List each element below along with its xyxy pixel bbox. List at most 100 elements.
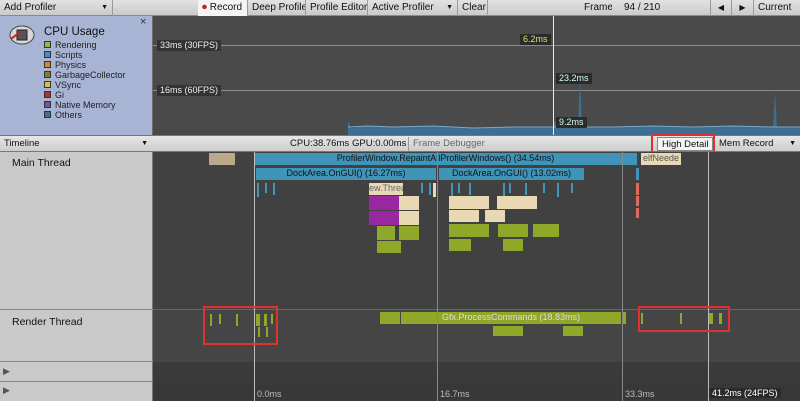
profiler-sample-bar[interactable] (636, 208, 639, 218)
legend-item[interactable]: VSync (44, 80, 81, 90)
profiler-sample-bar[interactable] (369, 211, 399, 225)
profiler-sample-bar[interactable] (449, 196, 489, 209)
profiler-sample-bar[interactable] (380, 312, 400, 324)
profiler-sample-bar[interactable] (469, 183, 471, 195)
collapsed-track (153, 362, 800, 382)
profiler-sample-bar[interactable] (273, 183, 275, 195)
profiler-sample-bar[interactable] (509, 183, 511, 193)
profiler-sample-bar[interactable] (636, 183, 639, 195)
profiler-sample-bar[interactable] (503, 183, 505, 197)
collapsed-thread-arrow-icon[interactable]: ▶ (3, 385, 10, 396)
time-axis-label: 33.3ms (625, 389, 655, 399)
collapsed-track (153, 382, 800, 401)
profiler-sample-bar[interactable] (377, 226, 395, 240)
mem-record-dropdown[interactable]: Mem Record ▼ (714, 137, 800, 151)
frame-label: Frame: (584, 2, 612, 13)
profiler-toolbar: Add Profiler ▼ ⏺ Record Deep Profile Prof… (0, 0, 800, 16)
legend-swatch (44, 41, 51, 48)
profiler-sample-bar[interactable] (458, 183, 460, 193)
sample-repaint-profilers[interactable]: ProfilerWindow.RepaintAllProfilerWindows… (254, 153, 637, 165)
profiler-sample-bar[interactable] (265, 183, 267, 193)
frame-boundary-line (622, 152, 623, 401)
main-thread-label: Main Thread (12, 157, 71, 169)
frame-time-label: 41.2ms (24FPS) (709, 388, 781, 398)
record-icon: ⏺ (202, 2, 207, 13)
frame-counter: 94 / 210 (624, 2, 661, 13)
profiler-sample-bar[interactable] (543, 183, 545, 193)
legend-item[interactable]: Physics (44, 60, 86, 70)
legend-item[interactable]: Rendering (44, 40, 97, 50)
legend-item[interactable]: Others (44, 110, 82, 120)
legend-item-label: Rendering (55, 40, 97, 50)
profiler-sample-bar[interactable] (533, 224, 559, 237)
sample-dockarea-ongui-2[interactable]: DockArea.OnGUI() (13.02ms) (439, 168, 584, 180)
legend-item[interactable]: Native Memory (44, 100, 116, 110)
profiler-sample-bar[interactable] (399, 196, 419, 210)
legend-item[interactable]: Gi (44, 90, 64, 100)
profiler-sample-bar[interactable] (399, 211, 419, 225)
sample-self-needed[interactable]: elfNeede (641, 153, 681, 165)
clear-button[interactable]: Clear (458, 0, 488, 16)
add-profiler-dropdown[interactable]: Add Profiler ▼ (0, 0, 113, 16)
legend-swatch (44, 71, 51, 78)
thread-separator (0, 309, 153, 310)
profiler-sample-bar[interactable] (449, 210, 479, 222)
view-mode-dropdown[interactable]: Timeline ▼ (4, 137, 152, 151)
record-button[interactable]: ⏺ Record (198, 0, 248, 16)
frame-boundary-line (437, 152, 438, 401)
profiler-sample-bar[interactable] (563, 326, 583, 336)
profiler-sample-bar[interactable] (557, 183, 559, 197)
deep-profile-button[interactable]: Deep Profile (248, 0, 306, 16)
profiler-sample-bar[interactable] (497, 196, 537, 209)
profiler-sample-bar[interactable] (623, 312, 626, 324)
profiler-sample-bar[interactable] (429, 183, 431, 195)
legend-swatch (44, 51, 51, 58)
thread-separator (0, 381, 153, 382)
close-icon[interactable]: × (140, 16, 146, 28)
sample-gfx-process-commands[interactable]: Gfx.ProcessCommands (18.83ms) (401, 312, 621, 324)
legend-swatch (44, 61, 51, 68)
chevron-down-icon: ▼ (789, 140, 796, 147)
profiler-sample-bar[interactable] (485, 210, 505, 222)
mem-record-label: Mem Record (719, 138, 774, 149)
cpu-usage-chart[interactable]: 33ms (30FPS) 16ms (60FPS) 6.2ms 23.2ms 9… (153, 16, 800, 135)
profiler-sample-bar[interactable] (451, 183, 453, 197)
add-profiler-label: Add Profiler (4, 2, 57, 13)
value-label-scripts: 23.2ms (556, 73, 592, 84)
profiler-sample-bar[interactable] (399, 226, 419, 240)
profiler-sample-bar[interactable] (449, 239, 471, 251)
time-axis-label: 16.7ms (440, 389, 470, 399)
profiler-sample-bar[interactable] (257, 183, 259, 197)
profiler-sample-bar[interactable] (209, 153, 235, 165)
profiler-sample-bar[interactable] (377, 241, 401, 253)
profile-editor-button[interactable]: Profile Editor (306, 0, 368, 16)
legend-swatch (44, 91, 51, 98)
profiler-sample-bar[interactable] (503, 239, 523, 251)
profiler-sample-bar[interactable] (493, 326, 523, 336)
next-frame-button[interactable]: ▶ (732, 0, 754, 16)
sample-view-thread[interactable]: ew.Threa (369, 183, 403, 195)
profiler-sample-bar[interactable] (498, 224, 528, 237)
selected-frame-line[interactable] (553, 16, 554, 135)
profiler-sample-bar[interactable] (525, 183, 527, 195)
chevron-down-icon: ▼ (101, 4, 108, 11)
timeline-area[interactable]: ProfilerWindow.RepaintAllProfilerWindows… (153, 152, 800, 401)
legend-item[interactable]: GarbageCollector (44, 70, 126, 80)
sample-dockarea-ongui-1[interactable]: DockArea.OnGUI() (16.27ms) (256, 168, 436, 180)
profiler-sample-bar[interactable] (369, 196, 399, 210)
legend-item[interactable]: Scripts (44, 50, 83, 60)
profiler-sample-bar[interactable] (449, 224, 489, 237)
profiler-sample-bar[interactable] (571, 183, 573, 193)
prev-frame-button[interactable]: ◀ (710, 0, 732, 16)
collapsed-thread-arrow-icon[interactable]: ▶ (3, 366, 10, 377)
frame-debugger-button[interactable]: Frame Debugger (408, 137, 489, 151)
profiler-sample-bar[interactable] (636, 168, 639, 180)
profiler-sample-bar[interactable] (421, 183, 423, 193)
active-profiler-label: Active Profiler (372, 2, 434, 13)
profiler-sample-bar[interactable] (433, 183, 436, 197)
active-profiler-dropdown[interactable]: Active Profiler ▼ (368, 0, 458, 16)
current-frame-button[interactable]: Current (754, 0, 800, 16)
frame-boundary-line (708, 152, 709, 401)
value-label-rendering: 6.2ms (520, 34, 551, 45)
profiler-sample-bar[interactable] (636, 196, 639, 206)
